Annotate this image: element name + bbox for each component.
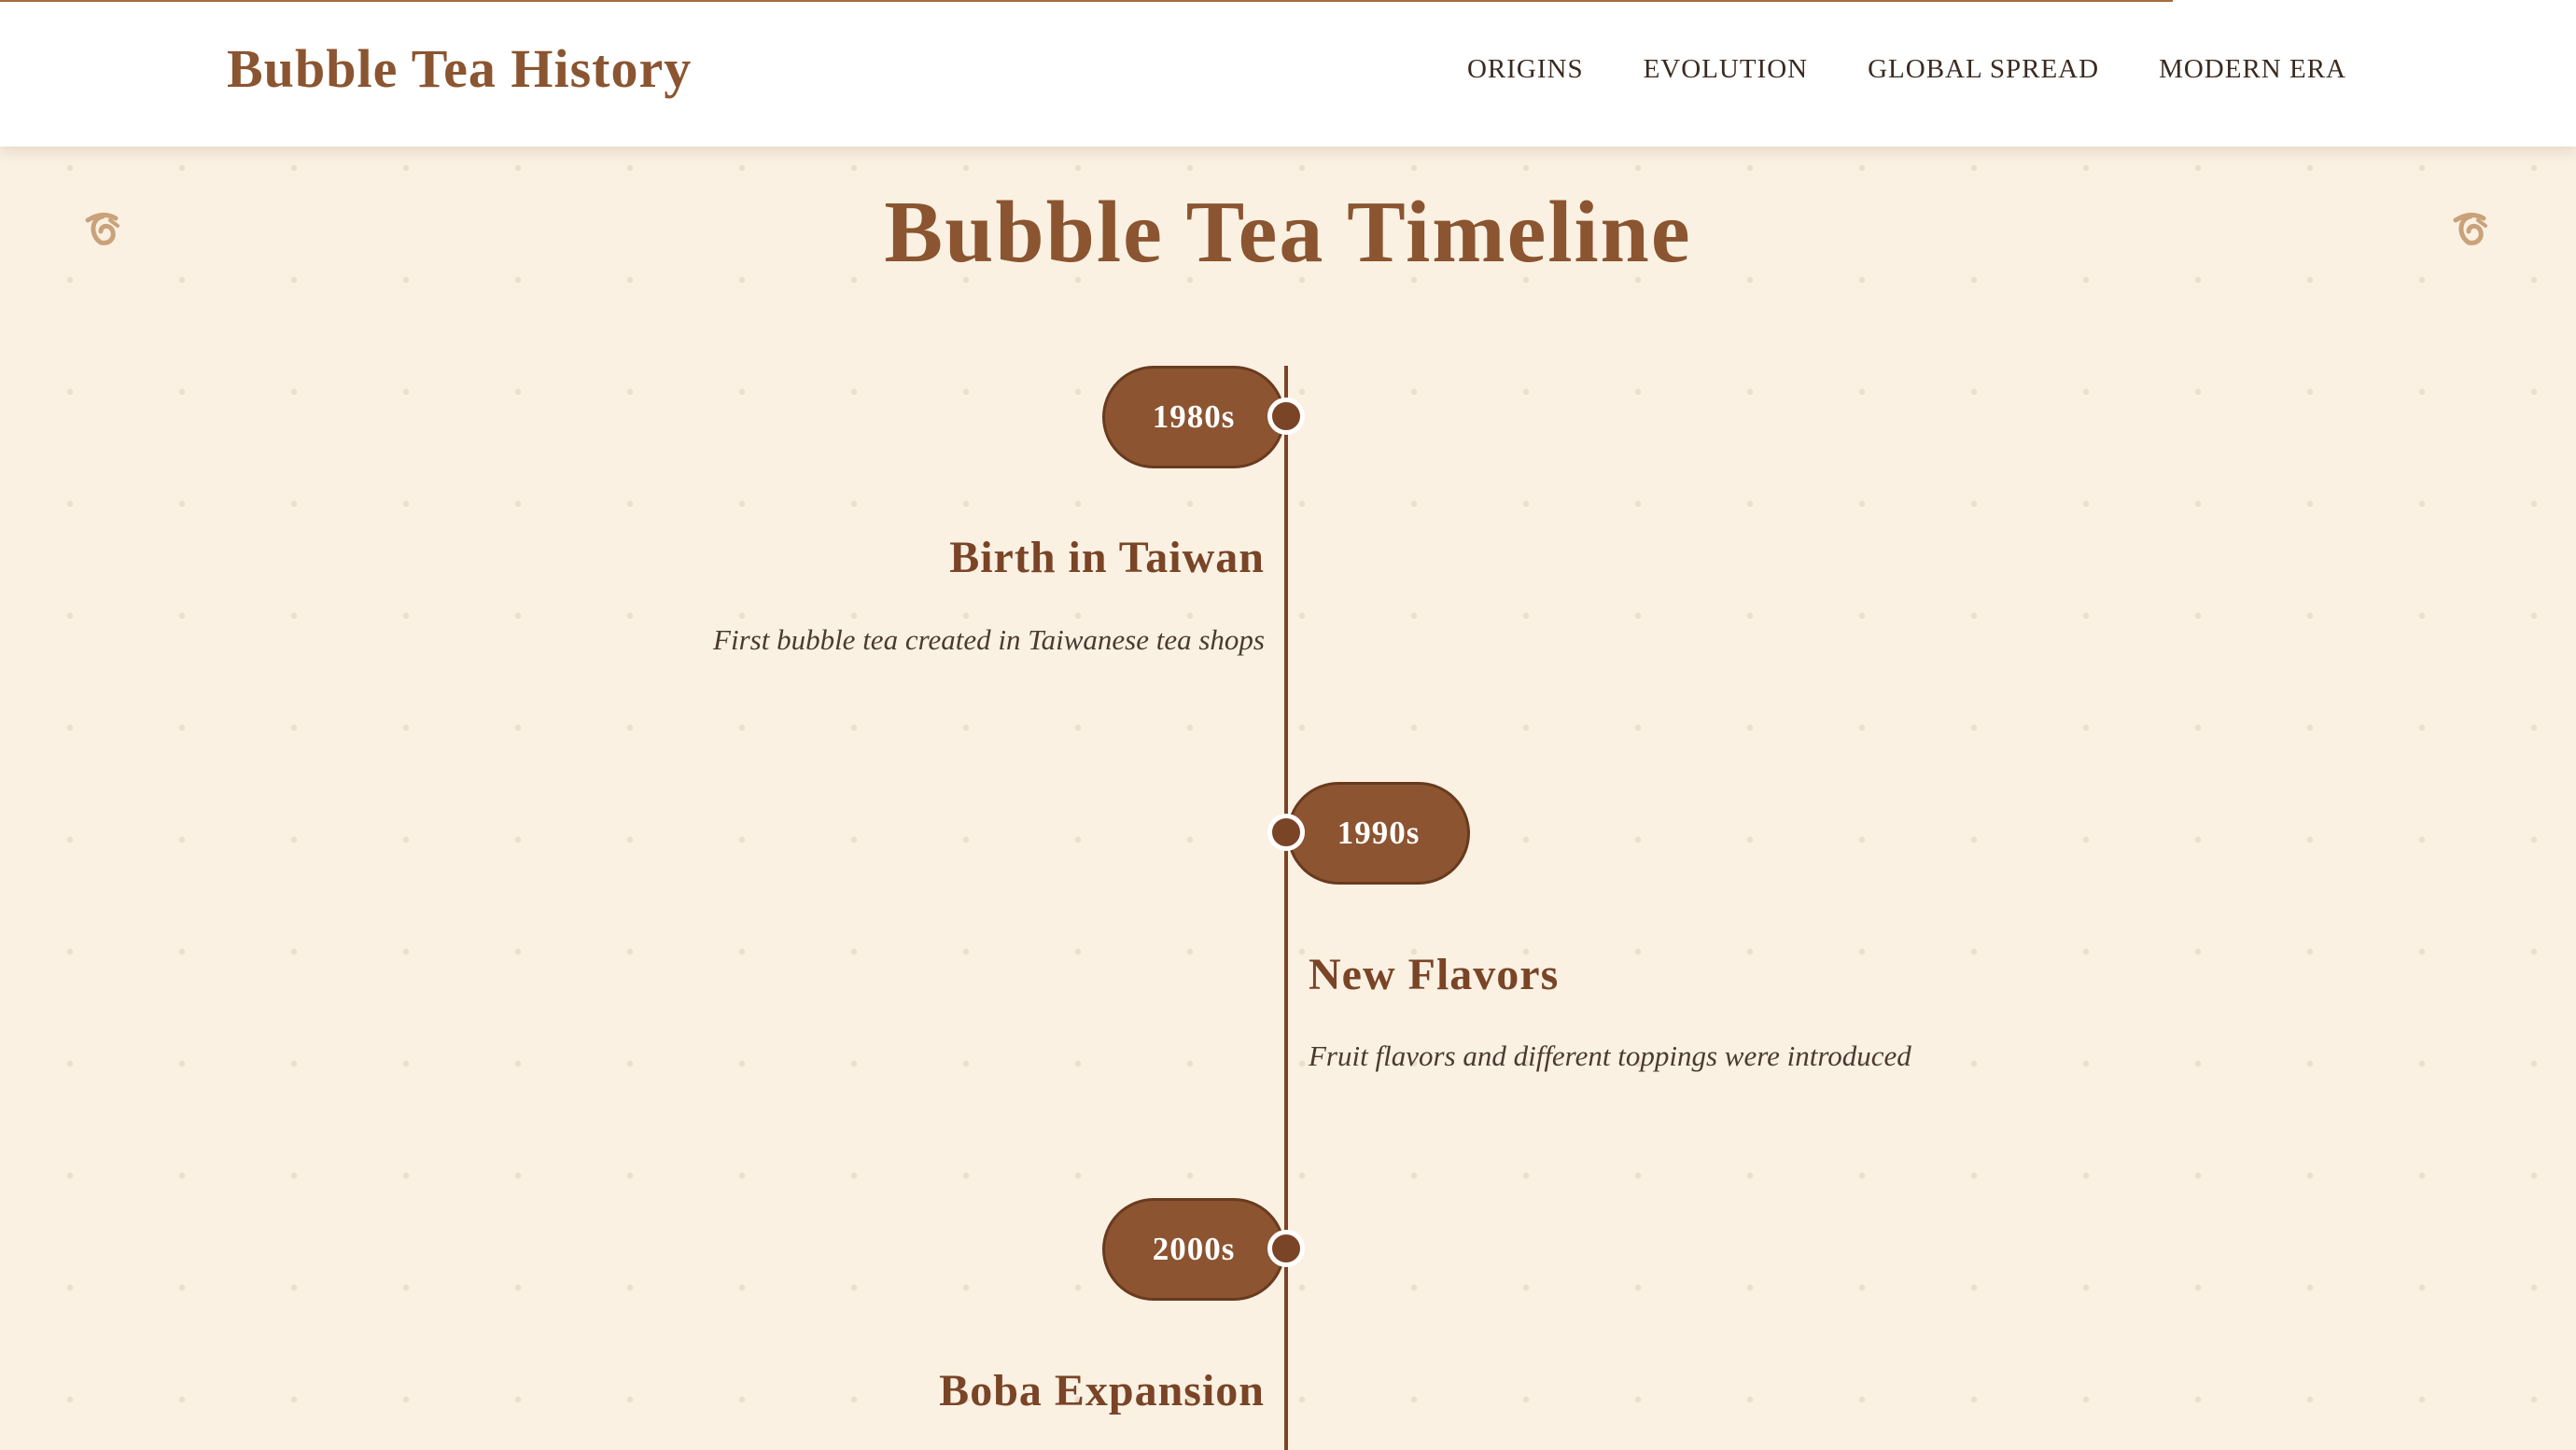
site-title[interactable]: Bubble Tea History <box>227 37 692 100</box>
nav-link-origins[interactable]: ORIGINS <box>1467 54 1584 85</box>
scroll-progress-bar <box>0 0 2173 2</box>
year-badge-1990s: 1990s <box>1287 782 1470 885</box>
timeline-dot <box>1267 814 1305 851</box>
timeline-dot <box>1267 397 1305 435</box>
site-header: Bubble Tea History ORIGINS EVOLUTION GLO… <box>0 0 2576 146</box>
event-description: First bubble tea created in Taiwanese te… <box>713 623 1265 656</box>
nav-link-modern-era[interactable]: MODERN ERA <box>2159 54 2346 85</box>
timeline-dot <box>1267 1230 1305 1267</box>
year-badge-1980s: 1980s <box>1102 366 1285 468</box>
timeline-axis <box>1284 366 1288 1450</box>
event-title: Boba Expansion <box>939 1366 1265 1415</box>
nav-link-global-spread[interactable]: GLOBAL SPREAD <box>1868 54 2099 85</box>
event-title: Birth in Taiwan <box>949 533 1265 582</box>
page-title: Bubble Tea Timeline <box>884 184 1692 281</box>
main-nav: ORIGINS EVOLUTION GLOBAL SPREAD MODERN E… <box>1467 54 2346 85</box>
event-title: New Flavors <box>1309 950 1560 999</box>
year-badge-2000s: 2000s <box>1102 1198 1285 1301</box>
nav-link-evolution[interactable]: EVOLUTION <box>1644 54 1809 85</box>
event-description: Fruit flavors and different toppings wer… <box>1309 1039 1911 1072</box>
